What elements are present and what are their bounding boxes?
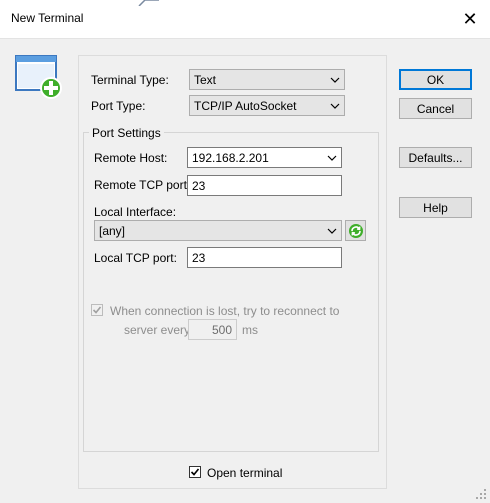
close-icon: ✕ (462, 8, 478, 29)
port-type-value: TCP/IP AutoSocket (194, 98, 297, 113)
defaults-button[interactable]: Defaults... (399, 147, 472, 168)
resize-grip-icon[interactable] (474, 487, 488, 501)
new-terminal-window-icon (15, 55, 62, 99)
refresh-interfaces-button[interactable] (345, 220, 366, 241)
remote-host-combobox[interactable]: 192.168.2.201 (187, 147, 342, 168)
background-window-scrap (138, 0, 159, 6)
reconnect-label: When connection is lost, try to reconnec… (110, 304, 340, 318)
ok-button[interactable]: OK (399, 69, 472, 90)
chevron-down-icon (323, 221, 341, 240)
chevron-down-icon (323, 148, 341, 167)
remote-host-label: Remote Host: (94, 151, 168, 165)
reconnect-checkbox[interactable] (91, 304, 103, 316)
chevron-down-icon (326, 70, 344, 89)
reconnect-interval-prefix: server every (124, 323, 191, 337)
remote-tcp-port-input[interactable]: 23 (187, 175, 342, 196)
terminal-type-value: Text (194, 72, 217, 87)
reconnect-interval-input[interactable]: 500 (188, 319, 237, 340)
checkmark-icon (92, 306, 102, 314)
local-interface-label: Local Interface: (94, 205, 177, 219)
port-type-label: Port Type: (91, 99, 146, 113)
terminal-type-label: Terminal Type: (91, 73, 169, 87)
port-type-select[interactable]: TCP/IP AutoSocket (189, 95, 345, 116)
local-tcp-port-label: Local TCP port: (94, 251, 177, 265)
port-settings-title: Port Settings (89, 126, 164, 140)
open-terminal-checkbox[interactable] (189, 466, 201, 478)
local-tcp-port-input[interactable]: 23 (187, 247, 342, 268)
close-button[interactable]: ✕ (452, 4, 488, 34)
remote-tcp-port-label: Remote TCP port: (94, 178, 191, 192)
refresh-icon (348, 223, 363, 238)
local-interface-value: [any] (99, 223, 126, 238)
terminal-type-select[interactable]: Text (189, 69, 345, 90)
cancel-button[interactable]: Cancel (399, 98, 472, 119)
help-button[interactable]: Help (399, 197, 472, 218)
remote-host-value: 192.168.2.201 (192, 150, 269, 165)
reconnect-interval-unit: ms (242, 323, 258, 337)
window-title: New Terminal (11, 11, 84, 25)
local-interface-select[interactable]: [any] (94, 220, 342, 241)
open-terminal-label: Open terminal (207, 466, 283, 480)
chevron-down-icon (326, 96, 344, 115)
checkmark-icon (190, 468, 200, 476)
